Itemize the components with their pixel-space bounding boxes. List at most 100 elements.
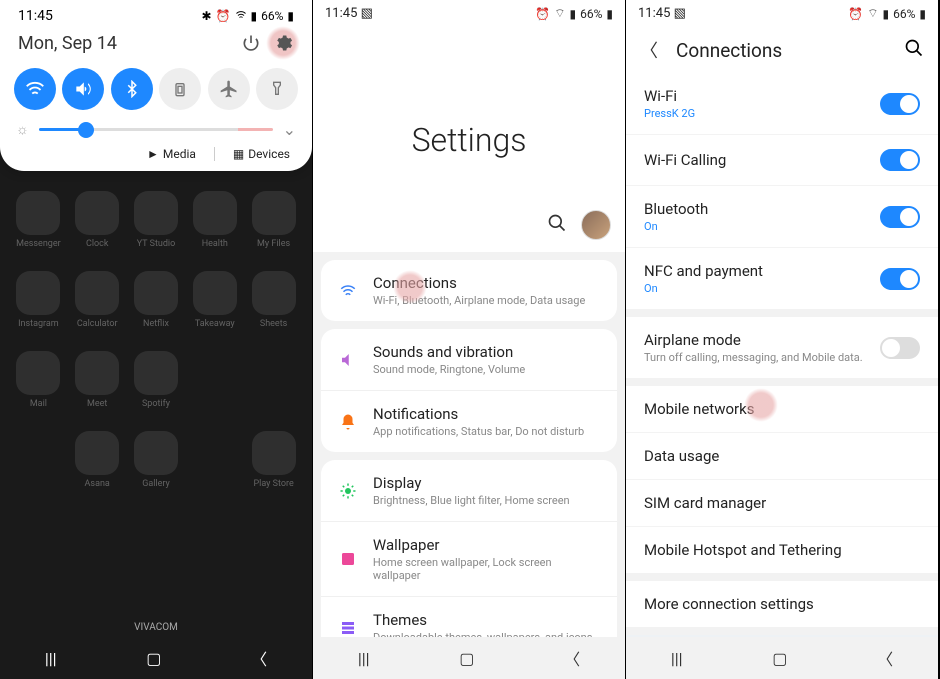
toggle-sound[interactable]: [62, 68, 104, 110]
app-icon[interactable]: Sheets: [247, 271, 300, 329]
row-subtitle: Turn off calling, messaging, and Mobile …: [644, 351, 863, 364]
app-icon[interactable]: YT Studio: [130, 191, 183, 249]
app-icon-bubble: [134, 191, 178, 235]
toggle-switch[interactable]: [880, 268, 920, 290]
toggle-switch[interactable]: [880, 93, 920, 115]
app-icon[interactable]: Asana: [71, 431, 124, 489]
wifi-icon: ⌔: [867, 6, 878, 21]
connections-row[interactable]: Bluetooth On: [626, 185, 938, 247]
toggle-switch[interactable]: [880, 337, 920, 359]
settings-row-display[interactable]: DisplayBrightness, Blue light filter, Ho…: [321, 460, 617, 521]
search-icon[interactable]: [904, 38, 924, 62]
status-time: 11:45: [325, 6, 357, 21]
row-subtitle: Sound mode, Ringtone, Volume: [373, 363, 525, 376]
row-title: Airplane mode: [644, 331, 863, 349]
power-icon[interactable]: [240, 32, 262, 54]
app-icon[interactable]: My Files: [247, 191, 300, 249]
app-icon[interactable]: Calculator: [71, 271, 124, 329]
app-icon[interactable]: Instagram: [12, 271, 65, 329]
toggle-bluetooth[interactable]: [111, 68, 153, 110]
app-icon[interactable]: Health: [188, 191, 241, 249]
app-icon[interactable]: Play Store: [247, 431, 300, 489]
app-icon[interactable]: Messenger: [12, 191, 65, 249]
settings-row-sound[interactable]: Sounds and vibrationSound mode, Ringtone…: [321, 329, 617, 390]
toggle-switch[interactable]: [880, 149, 920, 171]
settings-row-wallpaper[interactable]: WallpaperHome screen wallpaper, Lock scr…: [321, 521, 617, 596]
themes-icon: [337, 619, 359, 637]
alarm-icon: ⏰: [216, 9, 231, 23]
row-title: Mobile networks: [644, 400, 754, 418]
chevron-down-icon[interactable]: ⌄: [283, 120, 296, 139]
connections-row[interactable]: Mobile Hotspot and Tethering: [626, 526, 938, 573]
navbar: ||| ▢ 〈: [313, 637, 625, 679]
row-subtitle: PressK 2G: [644, 107, 695, 120]
row-title: Display: [373, 474, 570, 492]
panel-connections: 11:45 ▧ ⏰⌔▮66%▮ 〈 Connections Wi-FiPress…: [626, 0, 939, 679]
app-label: Calculator: [77, 319, 118, 329]
app-icon[interactable]: Spotify: [130, 351, 183, 409]
bluetooth-icon: ✱: [201, 9, 211, 23]
brightness-slider-row: ☼ ⌄: [12, 120, 300, 147]
settings-gear-icon[interactable]: [272, 32, 294, 54]
settings-row-bell[interactable]: NotificationsApp notifications, Status b…: [321, 390, 617, 452]
app-icon-bubble: [16, 191, 60, 235]
app-label: Mail: [30, 399, 47, 409]
app-icon[interactable]: Netflix: [130, 271, 183, 329]
connections-row[interactable]: SIM card manager: [626, 479, 938, 526]
profile-avatar[interactable]: [581, 210, 611, 240]
nav-back[interactable]: 〈: [564, 646, 580, 670]
toggle-switch[interactable]: [880, 206, 920, 228]
navbar: ||| ▢ 〈: [0, 637, 312, 679]
devices-button[interactable]: ▦Devices: [233, 147, 290, 161]
toggle-flashlight[interactable]: [256, 68, 298, 110]
search-icon[interactable]: [547, 213, 567, 237]
connections-row[interactable]: Wi-FiPressK 2G: [626, 73, 938, 134]
app-icon[interactable]: Mail: [12, 351, 65, 409]
toggle-airplane[interactable]: [208, 68, 250, 110]
app-label: Play Store: [253, 479, 293, 489]
connections-row[interactable]: Mobile networks: [626, 386, 938, 432]
app-icon[interactable]: Clock: [71, 191, 124, 249]
nav-home[interactable]: ▢: [146, 649, 161, 668]
panel-settings: 11:45 ▧ ⏰⌔▮66%▮ Settings ConnectionsWi-F…: [313, 0, 626, 679]
row-title: NFC and payment: [644, 262, 763, 280]
wifi-icon: ⌔: [554, 6, 565, 21]
battery-icon: ▮: [606, 7, 613, 21]
toggle-battery-card[interactable]: [159, 68, 201, 110]
app-icon-bubble: [252, 271, 296, 315]
nav-home[interactable]: ▢: [772, 649, 787, 668]
app-label: My Files: [257, 239, 290, 249]
row-title: More connection settings: [644, 595, 814, 613]
connections-row[interactable]: Airplane mode Turn off calling, messaging…: [626, 317, 938, 378]
settings-row-wifi[interactable]: ConnectionsWi-Fi, Bluetooth, Airplane mo…: [321, 260, 617, 321]
quick-settings-card: 11:45 ✱ ⏰ ▮ 66% ▮ Mon, Sep 14: [0, 0, 312, 171]
app-icon-bubble: [252, 191, 296, 235]
connections-row[interactable]: More connection settings: [626, 581, 938, 627]
settings-card: Sounds and vibrationSound mode, Ringtone…: [321, 329, 617, 452]
section-gap: [626, 378, 938, 386]
app-icon[interactable]: Gallery: [130, 431, 183, 489]
row-subtitle: On: [644, 220, 708, 233]
app-label: YT Studio: [137, 239, 176, 249]
nav-back[interactable]: 〈: [251, 646, 267, 670]
nav-home[interactable]: ▢: [459, 649, 474, 668]
row-subtitle: App notifications, Status bar, Do not di…: [373, 425, 584, 438]
connections-row[interactable]: Data usage: [626, 432, 938, 479]
nav-recents[interactable]: |||: [45, 649, 57, 668]
app-label: Gallery: [142, 479, 170, 489]
toggle-wifi[interactable]: [14, 68, 56, 110]
carrier-label: VIVACOM: [0, 622, 312, 633]
row-title: Bluetooth: [644, 200, 708, 218]
sound-icon: [337, 351, 359, 369]
app-icon[interactable]: Takeaway: [188, 271, 241, 329]
nav-back[interactable]: 〈: [877, 646, 893, 670]
media-button[interactable]: ►Media: [147, 147, 196, 161]
brightness-slider[interactable]: [39, 128, 273, 131]
connections-row[interactable]: NFC and paymentOn: [626, 247, 938, 309]
connections-row[interactable]: Wi-Fi Calling: [626, 134, 938, 185]
nav-recents[interactable]: |||: [358, 649, 370, 668]
app-icon[interactable]: Meet: [71, 351, 124, 409]
back-icon[interactable]: 〈: [640, 37, 658, 63]
page-title: Settings: [412, 121, 527, 159]
nav-recents[interactable]: |||: [671, 649, 683, 668]
